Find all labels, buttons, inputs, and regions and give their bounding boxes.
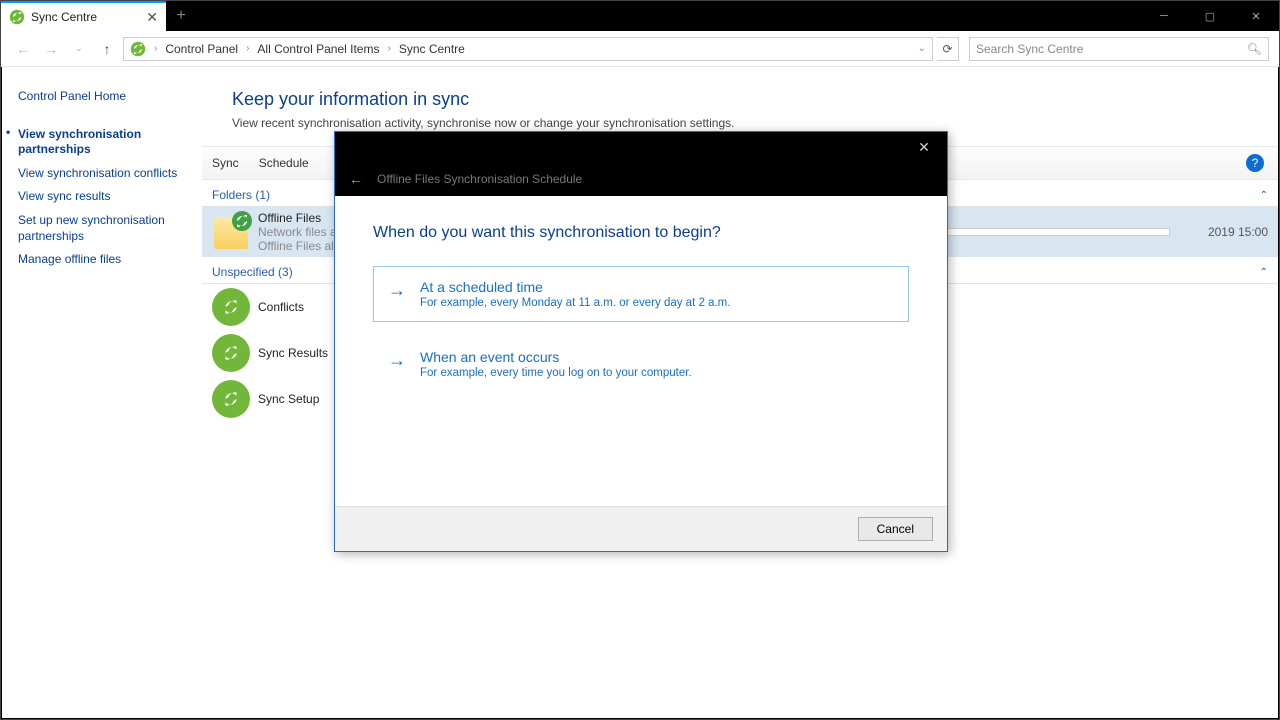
search-placeholder: Search Sync Centre (976, 42, 1083, 56)
dialog-breadcrumb: Offline Files Synchronisation Schedule (377, 172, 582, 186)
chevron-up-icon[interactable]: ⌃ (1260, 190, 1268, 201)
breadcrumb-item[interactable]: Control Panel (165, 42, 238, 56)
help-icon[interactable]: ? (1246, 154, 1264, 172)
toolbar: ← → ⌄ ↑ › Control Panel › All Control Pa… (1, 31, 1279, 67)
dialog-question: When do you want this synchronisation to… (373, 224, 909, 242)
sync-centre-icon (9, 9, 25, 25)
group-label: Folders (1) (212, 188, 270, 202)
sidebar-item-setup[interactable]: Set up new synchronisation partnerships (18, 209, 202, 248)
schedule-dialog: ✕ ← Offline Files Synchronisation Schedu… (334, 131, 948, 552)
group-label: Unspecified (3) (212, 265, 293, 279)
chevron-up-icon[interactable]: ⌃ (1260, 267, 1268, 278)
arrow-right-icon: → (388, 349, 406, 369)
recent-dropdown[interactable]: ⌄ (67, 43, 91, 54)
page-title: Keep your information in sync (202, 67, 1278, 116)
forward-button[interactable]: → (39, 41, 63, 57)
option-scheduled-time[interactable]: → At a scheduled time For example, every… (373, 266, 909, 322)
close-button[interactable]: ✕ (1233, 1, 1279, 31)
titlebar: Sync Centre ✕ + ─ ▢ ✕ (1, 1, 1279, 31)
sync-menu[interactable]: Sync (212, 156, 239, 170)
arrow-right-icon: → (388, 279, 406, 299)
up-button[interactable]: ↑ (95, 41, 119, 57)
dialog-body: When do you want this synchronisation to… (335, 196, 947, 506)
sidebar-item-partnerships[interactable]: View synchronisation partnerships (18, 123, 202, 162)
item-title: Sync Results (258, 346, 328, 360)
item-title: Sync Setup (258, 392, 319, 406)
option-event-occurs[interactable]: → When an event occurs For example, ever… (373, 336, 909, 392)
sidebar-item-offline[interactable]: Manage offline files (18, 248, 202, 272)
sync-results-icon (212, 334, 250, 372)
chevron-right-icon[interactable]: › (242, 43, 253, 54)
conflicts-icon (212, 288, 250, 326)
dialog-back-button[interactable]: ← (349, 171, 363, 187)
dialog-titlebar: ✕ (335, 132, 947, 162)
search-icon: 🔍︎ (1247, 42, 1262, 56)
refresh-button[interactable]: ⟳ (937, 37, 959, 61)
dialog-header: ← Offline Files Synchronisation Schedule (335, 162, 947, 196)
option-desc: For example, every time you log on to yo… (420, 365, 692, 379)
maximize-button[interactable]: ▢ (1187, 1, 1233, 31)
location-icon (130, 41, 146, 57)
item-time: 2019 15:00 (1208, 225, 1268, 239)
item-title: Conflicts (258, 300, 304, 314)
sidebar-item-results[interactable]: View sync results (18, 185, 202, 209)
search-input[interactable]: Search Sync Centre 🔍︎ (969, 37, 1269, 61)
cancel-button[interactable]: Cancel (858, 517, 933, 541)
back-button[interactable]: ← (11, 41, 35, 57)
sidebar-item-home[interactable]: Control Panel Home (18, 85, 202, 109)
chevron-right-icon[interactable]: › (150, 43, 161, 54)
address-dropdown-icon[interactable]: ⌄ (918, 43, 926, 54)
window-controls: ─ ▢ ✕ (1141, 1, 1279, 31)
sync-setup-icon (212, 380, 250, 418)
window-tab[interactable]: Sync Centre ✕ (1, 1, 166, 31)
option-title: At a scheduled time (420, 279, 730, 295)
new-tab-button[interactable]: + (166, 1, 196, 31)
offline-files-icon (212, 213, 250, 251)
option-desc: For example, every Monday at 11 a.m. or … (420, 295, 730, 309)
sidebar-item-conflicts[interactable]: View synchronisation conflicts (18, 162, 202, 186)
dialog-close-button[interactable]: ✕ (901, 132, 947, 162)
schedule-menu[interactable]: Schedule (259, 156, 309, 170)
chevron-right-icon[interactable]: › (383, 43, 394, 54)
breadcrumb-item[interactable]: All Control Panel Items (257, 42, 379, 56)
dialog-footer: Cancel (335, 506, 947, 551)
breadcrumb-item[interactable]: Sync Centre (399, 42, 465, 56)
minimize-button[interactable]: ─ (1141, 1, 1187, 31)
sidebar: Control Panel Home View synchronisation … (2, 67, 202, 718)
tab-title: Sync Centre (31, 10, 97, 24)
address-bar[interactable]: › Control Panel › All Control Panel Item… (123, 37, 933, 61)
tab-close-icon[interactable]: ✕ (146, 9, 158, 26)
option-title: When an event occurs (420, 349, 692, 365)
